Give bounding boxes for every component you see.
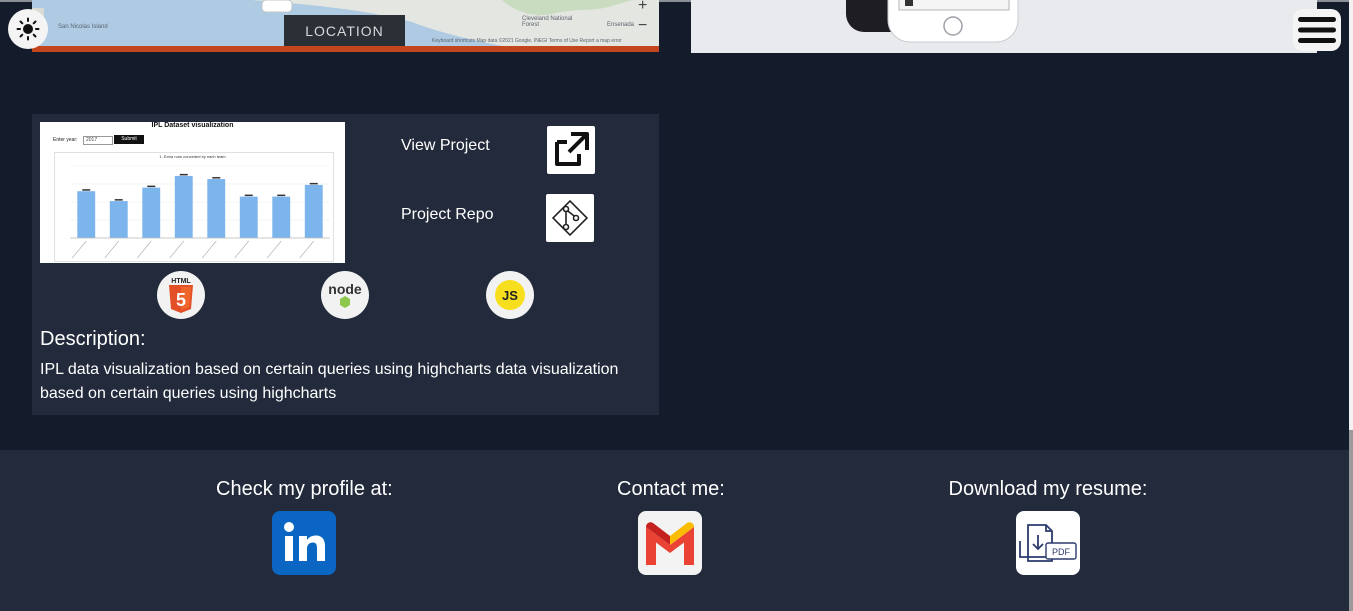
project-repo-button[interactable] <box>546 194 594 242</box>
footer: Check my profile at: Contact me: Downloa <box>0 450 1353 611</box>
phone-mockup-image <box>691 0 1317 53</box>
chart-bar <box>304 184 323 238</box>
nodejs-badge: node <box>321 271 369 319</box>
contact-label: Contact me: <box>617 478 725 500</box>
chart-data-label-mark <box>212 177 221 179</box>
view-project-label: View Project <box>401 137 490 154</box>
html5-badge: HTML 5 <box>157 271 205 319</box>
linkedin-button[interactable] <box>272 511 336 575</box>
chart-data-label-mark <box>277 194 286 197</box>
thumbnail-bar-chart <box>70 165 330 259</box>
menu-button[interactable] <box>1293 9 1341 51</box>
pdf-download-icon: PDF <box>1019 524 1077 562</box>
javascript-icon: JS <box>495 280 525 310</box>
gmail-icon <box>646 522 694 565</box>
hamburger-icon <box>1298 17 1336 43</box>
project-thumbnail[interactable]: IPL Dataset visualization Enter year: 20… <box>40 122 345 263</box>
view-project-button[interactable] <box>547 126 595 174</box>
contact-section: Contact me: <box>617 478 725 575</box>
chart-bar <box>142 187 161 238</box>
chart-category-tick <box>267 240 282 259</box>
chart-data-label-mark <box>82 189 91 191</box>
view-project-row: View Project <box>401 137 490 155</box>
chart-data-label-mark <box>114 199 123 201</box>
git-icon <box>551 199 589 237</box>
project-repo-label: Project Repo <box>401 206 494 223</box>
theme-toggle-button[interactable] <box>8 9 48 49</box>
chart-bar <box>77 191 96 238</box>
html5-icon: HTML 5 <box>169 278 193 313</box>
javascript-badge: JS <box>486 271 534 319</box>
scrollbar-thumb[interactable] <box>1349 430 1353 611</box>
chart-category-tick <box>169 240 184 259</box>
chart-category-tick <box>299 240 314 259</box>
chart-category-tick <box>202 240 217 259</box>
chart-category-tick <box>234 240 249 259</box>
chart-bar <box>174 175 193 238</box>
chart-data-label-mark <box>147 185 156 188</box>
project-card: IPL Dataset visualization Enter year: 20… <box>32 114 659 415</box>
location-button[interactable]: LOCATION <box>284 15 405 46</box>
project-repo-row: Project Repo <box>401 206 494 224</box>
gmail-button[interactable] <box>638 511 702 575</box>
description-heading: Description: <box>40 328 146 350</box>
chart-category-tick <box>137 240 152 259</box>
nodejs-icon: node <box>328 281 362 308</box>
profile-label: Check my profile at: <box>216 478 393 500</box>
map-preview[interactable]: San Nicolas Island Cleveland National Fo… <box>32 0 659 52</box>
chart-bar <box>272 196 291 238</box>
svg-text:HTML: HTML <box>171 278 191 285</box>
linkedin-icon <box>284 522 325 561</box>
svg-text:JS: JS <box>502 288 518 303</box>
chart-data-label-mark <box>179 173 188 176</box>
map-place-label: Ensenada <box>607 22 635 28</box>
map-place-label: Cleveland National Forest <box>522 16 573 28</box>
chart-category-tick <box>104 240 119 259</box>
description-text: IPL data visualization based on certain … <box>40 361 619 402</box>
phone-preview <box>691 0 1317 53</box>
chart-data-label-mark <box>244 194 253 197</box>
map-place-label: San Nicolas Island <box>58 24 108 30</box>
map-zoom-controls[interactable]: + − <box>638 0 647 36</box>
svg-text:PDF: PDF <box>1052 547 1071 557</box>
chart-bar <box>109 201 128 238</box>
svg-text:5: 5 <box>176 290 186 310</box>
resume-label: Download my resume: <box>948 478 1148 500</box>
download-resume-button[interactable]: PDF <box>1016 511 1080 575</box>
profile-section: Check my profile at: <box>216 478 393 575</box>
chart-bar <box>207 179 226 238</box>
chart-category-tick <box>72 240 87 259</box>
external-link-icon <box>555 132 589 166</box>
resume-section: Download my resume: PDF <box>947 478 1149 575</box>
chart-bar <box>239 196 258 238</box>
svg-text:node: node <box>328 281 362 297</box>
map-attribution: Keyboard shortcuts Map data ©2021 Google… <box>432 38 622 44</box>
map-accent-bar <box>32 46 659 52</box>
chart-data-label-mark <box>309 182 318 185</box>
sun-icon <box>16 17 40 41</box>
